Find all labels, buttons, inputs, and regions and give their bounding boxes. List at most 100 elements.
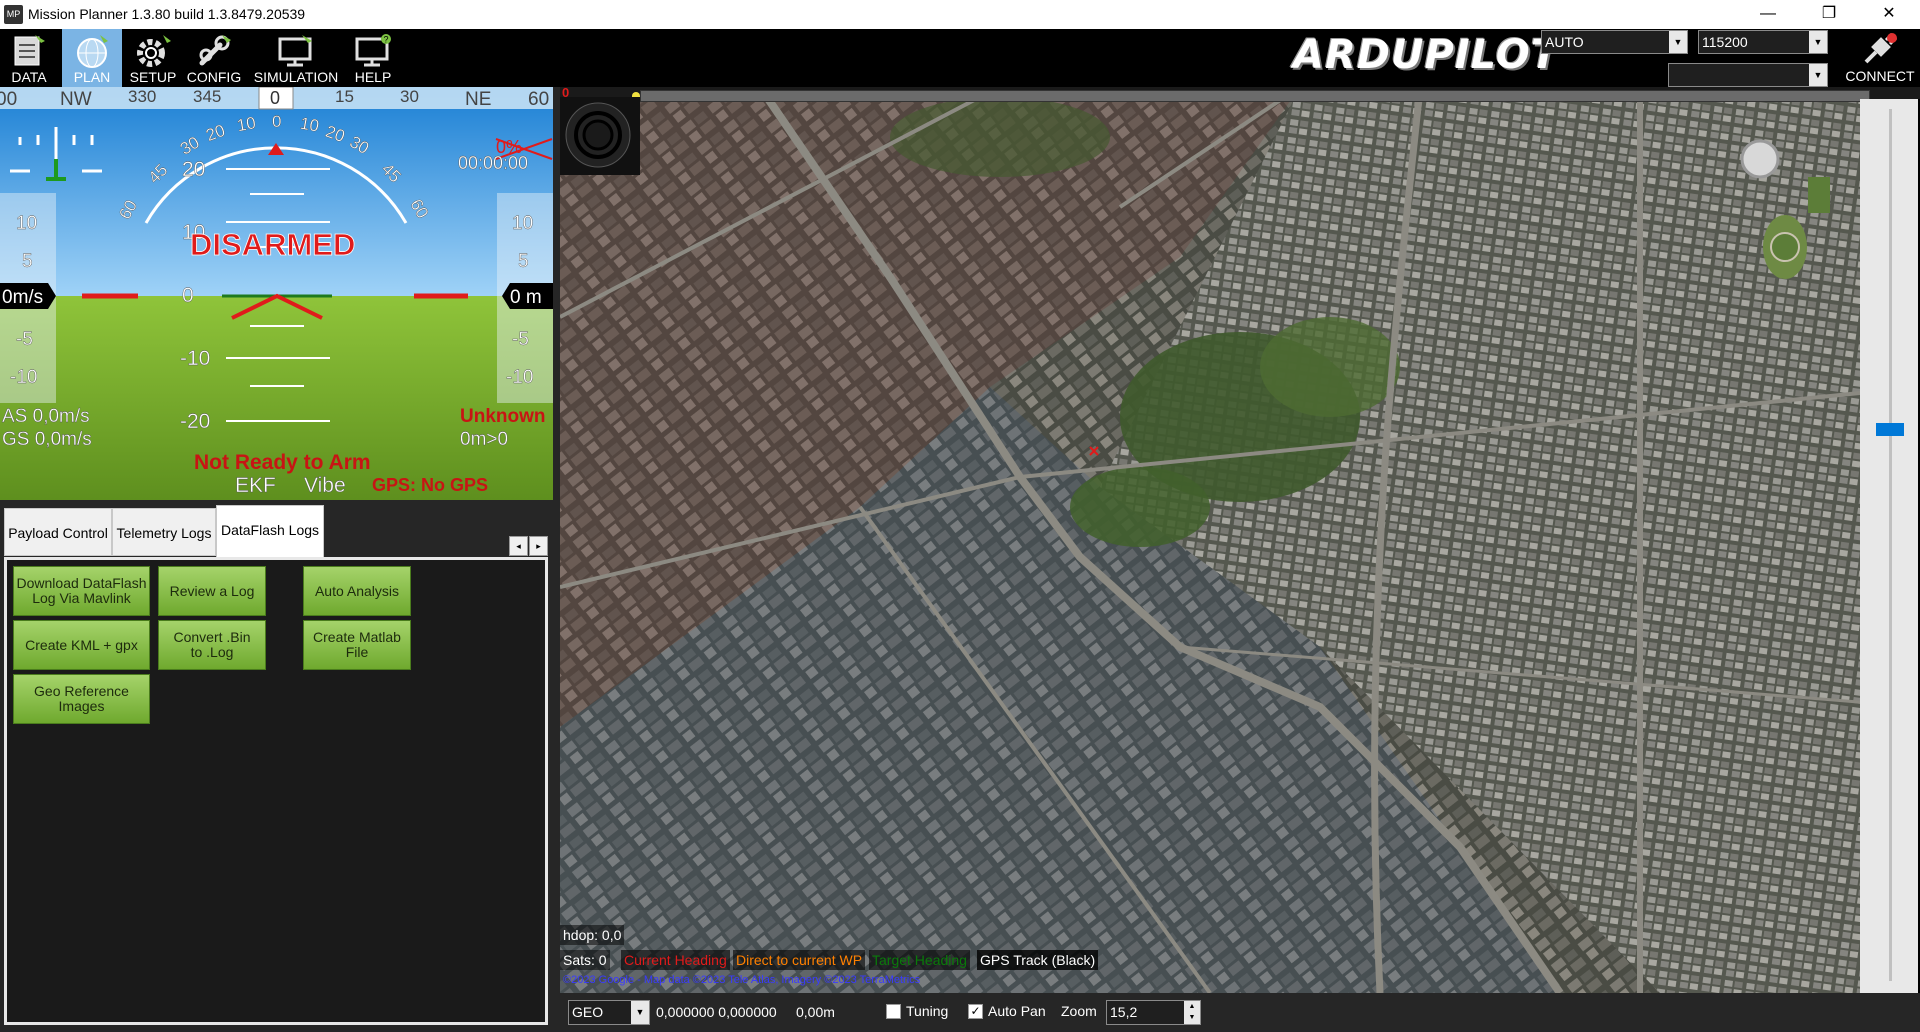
- config-label: CONFIG: [186, 69, 242, 85]
- close-button[interactable]: ✕: [1861, 0, 1917, 29]
- auto-analysis-button[interactable]: Auto Analysis: [303, 566, 411, 616]
- simulation-button[interactable]: SIMULATION: [250, 29, 342, 87]
- zoom-slider-track: [1889, 109, 1892, 981]
- coordinates-readout: 0,000000 0,000000: [656, 1004, 777, 1020]
- baud-rate-select[interactable]: 115200 ▼: [1698, 30, 1828, 54]
- speed-value: 0m/s: [2, 287, 43, 308]
- plan-button[interactable]: PLAN: [62, 29, 122, 87]
- baud-rate-value: 115200: [1702, 34, 1748, 50]
- heading-tick: 15: [335, 87, 354, 106]
- ekf-status[interactable]: EKF: [235, 474, 276, 497]
- vibe-status[interactable]: Vibe: [304, 474, 346, 497]
- speed-tick: -5: [16, 329, 33, 350]
- tuning-checkbox[interactable]: [886, 1004, 901, 1019]
- simulation-monitor-icon: [278, 35, 312, 67]
- autopan-label: Auto Pan: [988, 1003, 1046, 1019]
- button-label: Auto Analysis: [314, 582, 400, 599]
- create-kml-gpx-button[interactable]: Create KML + gpx: [13, 620, 150, 670]
- mini-compass: [560, 97, 640, 175]
- button-label-line1: Convert .Bin: [173, 629, 251, 645]
- autopan-checkbox[interactable]: ✓: [968, 1004, 983, 1019]
- app-icon: MP: [4, 5, 23, 24]
- legend-target-heading: Target Heading: [869, 950, 970, 970]
- geo-reference-images-button[interactable]: Geo Reference Images: [13, 674, 150, 724]
- config-wrench-icon: [199, 35, 231, 66]
- tab-telemetry-logs[interactable]: Telemetry Logs: [112, 508, 216, 556]
- data-button[interactable]: DATA: [0, 29, 58, 87]
- zoom-slider-thumb[interactable]: [1876, 423, 1904, 436]
- speed-tick: 5: [22, 251, 33, 272]
- zoom-label: Zoom: [1061, 1003, 1097, 1019]
- satellite-map[interactable]: 0 hdop: 0,0 Sats: 0 Current Heading Dire…: [560, 87, 1920, 993]
- zoom-slider[interactable]: [1860, 99, 1920, 993]
- review-log-button[interactable]: Review a Log: [158, 566, 266, 616]
- legend-gps-track: GPS Track (Black): [977, 950, 1099, 970]
- button-label-line2: File: [345, 644, 369, 660]
- button-label-line1: Geo Reference: [34, 683, 129, 699]
- altitude-tick: -5: [512, 329, 529, 350]
- gps-status: GPS: No GPS: [372, 475, 488, 495]
- flight-mode-select[interactable]: AUTO ▼: [1541, 30, 1688, 54]
- coordinate-system-value: GEO: [572, 1004, 604, 1020]
- altitude-readout: 0,00m: [796, 1004, 835, 1020]
- tab-scroll-right-button[interactable]: ▸: [529, 536, 548, 556]
- flight-mode-value: AUTO: [1545, 34, 1584, 50]
- chevron-down-icon: ▼: [1809, 64, 1827, 86]
- chevron-down-icon: ▼: [631, 1001, 649, 1024]
- minimize-button[interactable]: —: [1740, 0, 1796, 29]
- armed-state: DISARMED: [190, 227, 355, 262]
- zoom-input[interactable]: 15,2 ▲ ▼: [1106, 1000, 1201, 1025]
- zoom-stepper[interactable]: ▲ ▼: [1184, 1001, 1200, 1024]
- tab-scroll-left-button[interactable]: ◂: [509, 536, 528, 556]
- altitude-value: 0 m: [510, 287, 542, 308]
- tab-payload-control[interactable]: Payload Control: [4, 508, 112, 556]
- convert-bin-to-log-button[interactable]: Convert .Bin to .Log: [158, 620, 266, 670]
- legend-current-heading: Current Heading: [621, 950, 730, 970]
- pitch-label: 0: [182, 284, 194, 307]
- button-label: Review a Log: [169, 582, 255, 599]
- help-button[interactable]: ? HELP: [344, 29, 402, 87]
- hud-attitude-indicator: 00 NW 330 345 15 30 NE 60 0 60 45 30 20 …: [0, 87, 553, 500]
- altitude-tick: 10: [512, 213, 533, 234]
- tab-dataflash-logs[interactable]: DataFlash Logs: [216, 505, 324, 557]
- plan-globe-icon: [77, 35, 108, 68]
- map-progress-track: [640, 90, 1870, 102]
- create-matlab-file-button[interactable]: Create Matlab File: [303, 620, 411, 670]
- heading-tick: NE: [465, 89, 491, 110]
- window-title: Mission Planner 1.3.80 build 1.3.8479.20…: [28, 6, 306, 22]
- data-icon: [14, 35, 45, 66]
- legend-direct-to-wp: Direct to current WP: [733, 950, 866, 970]
- coordinate-system-select[interactable]: GEO ▼: [568, 1000, 650, 1025]
- satellite-imagery: [560, 87, 1920, 993]
- map-copyright: ©2023 Google - Map data ©2023 Tele Atlas…: [563, 974, 921, 986]
- altitude-tick: -10: [506, 367, 533, 388]
- maximize-button[interactable]: ❐: [1801, 0, 1857, 29]
- tuning-label: Tuning: [906, 1003, 949, 1019]
- sats-readout: Sats: 0: [560, 950, 610, 970]
- button-label-line1: Create Matlab: [313, 629, 401, 645]
- download-dataflash-button[interactable]: Download DataFlash Log Via Mavlink: [13, 566, 150, 616]
- window-titlebar: MP Mission Planner 1.3.80 build 1.3.8479…: [0, 0, 1920, 29]
- heading-tick: 345: [193, 87, 221, 106]
- groundspeed-readout: GS 0,0m/s: [2, 429, 92, 450]
- connect-button[interactable]: CONNECT: [1840, 30, 1920, 86]
- speed-tick: 10: [16, 213, 37, 234]
- setup-button[interactable]: SETUP: [124, 29, 182, 87]
- hdop-readout: hdop: 0,0: [560, 925, 625, 945]
- com-port-select[interactable]: ▼: [1668, 63, 1828, 87]
- dataflash-logs-panel: Download DataFlash Log Via Mavlink Review…: [4, 557, 548, 1025]
- connect-plug-icon: [1864, 32, 1898, 64]
- prearm-message: Not Ready to Arm: [194, 451, 371, 474]
- data-label: DATA: [11, 69, 47, 85]
- heading-tick: 330: [128, 87, 156, 106]
- roll-tick: 0: [272, 112, 281, 131]
- help-monitor-icon: ?: [355, 34, 391, 67]
- map-statusbar: GEO ▼ 0,000000 0,000000 0,00m Tuning ✓ A…: [560, 993, 1920, 1032]
- roll-tick: 10: [299, 114, 321, 136]
- roll-tick: 10: [235, 113, 257, 135]
- heading-tick: NW: [60, 89, 92, 110]
- zoom-value: 15,2: [1110, 1004, 1138, 1020]
- config-button[interactable]: CONFIG: [184, 29, 244, 87]
- simulation-label: SIMULATION: [253, 69, 339, 85]
- chevron-down-icon: ▼: [1669, 31, 1687, 53]
